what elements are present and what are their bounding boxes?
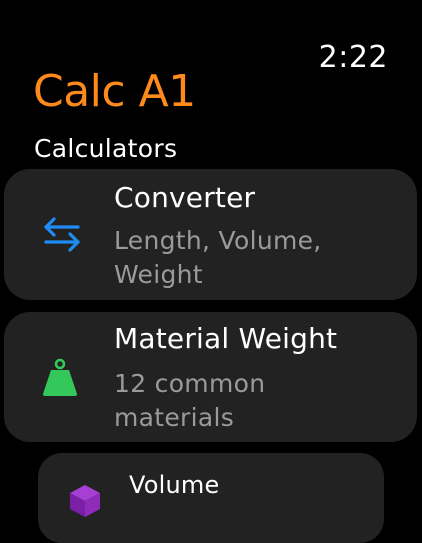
volume-card[interactable]: Volume — [38, 453, 384, 543]
material-weight-title: Material Weight — [114, 322, 338, 355]
status-time: 2:22 — [318, 40, 388, 75]
arrows-left-right-icon — [44, 217, 80, 252]
volume-title: Volume — [129, 471, 220, 499]
converter-subtitle: Length, Volume, Weight — [114, 226, 322, 289]
material-weight-subtitle: 12 common materials — [114, 369, 266, 432]
converter-title: Converter — [114, 181, 256, 214]
kettlebell-weight-icon — [43, 358, 77, 396]
section-heading: Calculators — [34, 134, 178, 163]
app-title: Calc A1 — [33, 66, 196, 117]
material-weight-card[interactable]: Material Weight 12 common materials — [4, 312, 417, 442]
converter-card[interactable]: Converter Length, Volume, Weight — [4, 169, 417, 300]
